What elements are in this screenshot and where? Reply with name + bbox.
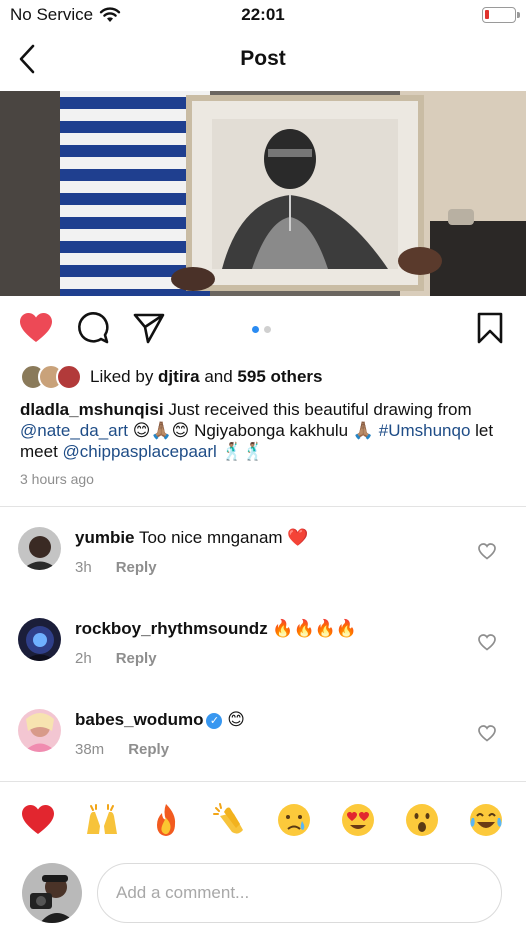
heart-filled-icon — [20, 313, 52, 342]
avatar-image — [18, 527, 61, 570]
battery-level — [485, 10, 489, 19]
post-image[interactable] — [0, 91, 526, 296]
heart-eyes-face-icon — [342, 804, 374, 836]
comment-time: 3h — [75, 559, 92, 576]
caption-mention[interactable]: @chippasplacepaarl — [63, 442, 217, 461]
avatar[interactable] — [18, 618, 61, 661]
likes-summary[interactable]: Liked by djtira and 595 others — [20, 364, 322, 390]
paper-plane-icon — [133, 313, 165, 344]
caption-username[interactable]: dladla_mshunqisi — [20, 400, 164, 419]
comment-input[interactable] — [97, 863, 502, 923]
fire-icon — [157, 804, 176, 836]
comment-username[interactable]: rockboy_rhythmsoundz — [75, 619, 268, 638]
reaction-fire-emoji[interactable] — [148, 802, 184, 838]
avatar-image — [18, 709, 61, 752]
raising-hands-icon — [87, 804, 117, 834]
save-button[interactable] — [475, 311, 505, 350]
comment-composer — [0, 860, 526, 926]
red-heart-icon — [22, 805, 54, 834]
reaction-crying-emoji[interactable] — [276, 802, 312, 838]
caption-text: Just received this beautiful drawing fro… — [163, 400, 472, 419]
comment-time: 2h — [75, 650, 92, 667]
reaction-heart-emoji[interactable] — [20, 802, 56, 838]
caption-hashtag[interactable]: #Umshunqo — [379, 421, 471, 440]
nav-bar: Post — [0, 30, 526, 90]
comment-text: babes_wodumo ✓ 😊 — [75, 709, 245, 731]
comment-text: rockboy_rhythmsoundz 🔥🔥🔥🔥 — [75, 618, 357, 640]
carousel-indicator — [252, 326, 271, 333]
likes-count[interactable]: 595 others — [237, 367, 322, 386]
page-title: Post — [240, 47, 286, 70]
comment-body: Too nice mnganam ❤️ — [134, 528, 309, 547]
comment-username[interactable]: babes_wodumo — [75, 710, 203, 729]
surprised-face-icon — [406, 804, 438, 836]
comment-like-button[interactable] — [478, 725, 496, 747]
reply-button[interactable]: Reply — [116, 559, 157, 576]
comment-username[interactable]: yumbie — [75, 528, 135, 547]
avatar-image — [18, 618, 61, 661]
like-button[interactable] — [18, 311, 54, 350]
caption-mention[interactable]: @nate_da_art — [20, 421, 128, 440]
liker-avatars — [20, 364, 86, 390]
comment-item: rockboy_rhythmsoundz 🔥🔥🔥🔥 2h Reply — [0, 618, 526, 698]
reply-button[interactable]: Reply — [116, 650, 157, 667]
comment-item: babes_wodumo ✓ 😊 38m Reply — [0, 709, 526, 789]
post-timestamp: 3 hours ago — [20, 471, 94, 487]
comment-bubble-icon — [78, 312, 109, 344]
likes-prefix: Liked by — [90, 367, 159, 386]
heart-outline-icon — [478, 543, 496, 560]
reaction-surprised-emoji[interactable] — [404, 802, 440, 838]
heart-outline-icon — [478, 725, 496, 742]
comment-meta: 3h Reply — [75, 559, 157, 576]
quick-reactions — [0, 802, 526, 838]
comment-meta: 2h Reply — [75, 650, 157, 667]
comment-body: 😊 — [222, 710, 245, 729]
tears-of-joy-face-icon — [470, 804, 502, 836]
avatar[interactable] — [18, 709, 61, 752]
avatar[interactable] — [18, 527, 61, 570]
likes-connector: and — [199, 367, 238, 386]
reaction-heart-eyes-emoji[interactable] — [340, 802, 376, 838]
avatar — [22, 863, 82, 923]
reaction-clapping-emoji[interactable] — [212, 802, 248, 838]
comment-text: yumbie Too nice mnganam ❤️ — [75, 527, 308, 549]
likes-text: Liked by djtira and 595 others — [90, 367, 322, 387]
post-actions — [0, 306, 526, 352]
crying-face-icon — [278, 804, 310, 836]
divider — [0, 506, 526, 507]
caption-text: 😊🙏🏽😊 Ngiyabonga kakhulu 🙏🏽 — [128, 421, 379, 440]
reaction-raising-hands-emoji[interactable] — [84, 802, 120, 838]
comment-like-button[interactable] — [478, 634, 496, 656]
carousel-dot — [264, 326, 271, 333]
avatar-image — [22, 863, 82, 923]
heart-outline-icon — [478, 634, 496, 651]
clock: 22:01 — [241, 5, 285, 24]
caption-text: 🕺🏽🕺🏽 — [216, 442, 264, 461]
comment-item: yumbie Too nice mnganam ❤️ 3h Reply — [0, 527, 526, 607]
comment-like-button[interactable] — [478, 543, 496, 565]
comment-time: 38m — [75, 741, 105, 758]
share-button[interactable] — [132, 311, 166, 350]
divider — [0, 781, 526, 782]
comment-button[interactable] — [76, 311, 110, 350]
post-caption: dladla_mshunqisi Just received this beau… — [20, 399, 510, 462]
comment-body: 🔥🔥🔥🔥 — [267, 619, 358, 638]
liker-avatar — [56, 364, 82, 390]
status-bar: No Service 22:01 — [0, 0, 526, 30]
verified-badge-icon: ✓ — [206, 713, 223, 729]
likes-user[interactable]: djtira — [158, 367, 200, 386]
reaction-tears-of-joy-emoji[interactable] — [468, 802, 504, 838]
reply-button[interactable]: Reply — [128, 741, 169, 758]
carousel-dot-active — [252, 326, 259, 333]
comment-meta: 38m Reply — [75, 741, 169, 758]
battery-icon — [482, 7, 520, 23]
clapping-hands-icon — [213, 803, 243, 834]
post-photo — [0, 91, 526, 296]
bookmark-icon — [477, 312, 503, 344]
